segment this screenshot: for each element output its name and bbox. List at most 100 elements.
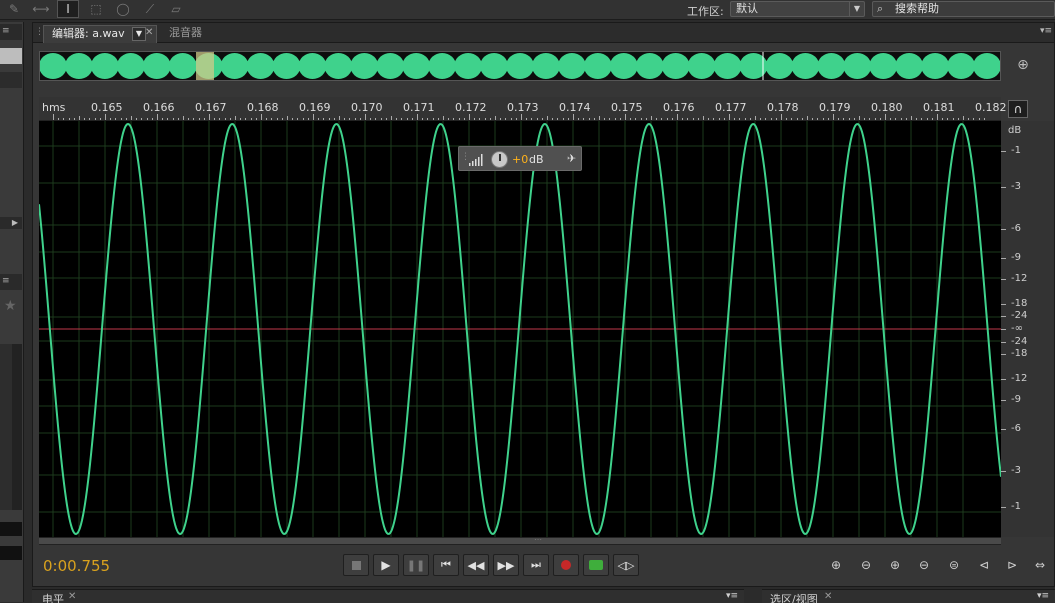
zoom-in-time-icon[interactable]: ⊕: [883, 556, 907, 574]
skip-button[interactable]: ◁▷: [613, 554, 639, 576]
zoom-in-start-icon[interactable]: ⊲: [972, 556, 996, 574]
close-icon[interactable]: ✕: [824, 591, 832, 602]
text-cursor-icon[interactable]: I: [57, 0, 79, 18]
top-toolbar: ✎ ⟷ I ⬚ ◯ ⟋ ▱ 工作区: 默认 ▼ ⌕ 搜索帮助: [0, 0, 1055, 20]
snap-icon[interactable]: ∩: [1008, 100, 1028, 118]
volume-knob[interactable]: [491, 151, 508, 168]
waveform-display[interactable]: [38, 121, 1002, 537]
overview-lobe: [713, 53, 742, 79]
ruler-tick: [458, 118, 460, 120]
rewind-button[interactable]: ◀◀: [463, 554, 489, 576]
ruler-tick: [131, 116, 132, 120]
ruler-tick: [827, 118, 829, 120]
chevron-down-icon[interactable]: ▼: [132, 27, 146, 41]
hud-value[interactable]: +0: [512, 153, 528, 166]
ruler-tick: [245, 118, 247, 120]
effects-list[interactable]: [0, 344, 22, 510]
ruler-tick: [651, 116, 652, 120]
overview-lobe: [557, 53, 586, 79]
scrollbar[interactable]: [12, 344, 22, 510]
marquee-icon[interactable]: ⬚: [85, 0, 107, 18]
star-icon[interactable]: ★: [4, 298, 17, 314]
ruler-tick-label: 0.173: [507, 101, 539, 114]
close-icon[interactable]: ✕: [145, 27, 153, 38]
grip-icon[interactable]: ⋯: [534, 535, 542, 544]
pin-icon[interactable]: ✈: [567, 152, 576, 165]
tab-selection-view[interactable]: 选区/视图: [770, 591, 818, 603]
ruler-tick-label: 0.172: [455, 101, 487, 114]
lasso-icon[interactable]: ◯: [112, 0, 134, 18]
overview-viewport[interactable]: [196, 52, 214, 80]
tab-mixer[interactable]: 混音器: [161, 25, 217, 43]
zoom-selection-icon[interactable]: ⇔: [1028, 556, 1052, 574]
pause-button[interactable]: ❚❚: [403, 554, 429, 576]
eraser-icon[interactable]: ▱: [165, 0, 187, 18]
zoom-to-selection-icon[interactable]: ⊕: [1013, 57, 1033, 77]
ruler-tick: [666, 118, 668, 120]
panel-menu-icon[interactable]: ≡: [2, 26, 10, 36]
waveform: [38, 121, 1002, 537]
overview-lobe: [272, 53, 301, 79]
brush-icon[interactable]: ⟋: [139, 0, 161, 18]
ruler-tick: [261, 114, 262, 120]
ruler-tick: [526, 118, 528, 120]
zoom-in-end-icon[interactable]: ⊳: [1000, 556, 1024, 574]
overview-lobe: [168, 53, 197, 79]
go-to-end-button[interactable]: ⏭: [523, 554, 549, 576]
current-time[interactable]: 0:00.755: [43, 557, 110, 575]
ruler-tick: [968, 118, 970, 120]
db-tick: [1001, 470, 1006, 472]
db-scale: dB -1 -3 -6 -9 -12 -18 -24 -∞ -24 -18 -12 -9 -6 -3 -1: [1001, 121, 1054, 537]
fast-forward-button[interactable]: ▶▶: [493, 554, 519, 576]
time-selection-icon[interactable]: ⟷: [30, 0, 52, 18]
overview-lobe: [324, 53, 353, 79]
panel-menu-icon[interactable]: ▾≡: [726, 591, 738, 601]
amplitude-hud[interactable]: ⋮ +0 dB ✈: [458, 146, 582, 171]
db-tick-label: -1: [1011, 501, 1021, 513]
ruler-tick: [125, 118, 127, 120]
ruler-tick: [775, 118, 777, 120]
zoom-out-time-icon[interactable]: ⊖: [912, 556, 936, 574]
ruler-tick: [864, 118, 866, 120]
scroll-thumb[interactable]: [39, 538, 1001, 544]
ruler-tick: [983, 118, 985, 120]
tab-levels[interactable]: 电平: [42, 591, 64, 603]
workspace-select[interactable]: 默认 ▼: [730, 1, 865, 17]
search-help-input[interactable]: ⌕ 搜索帮助: [872, 1, 1055, 17]
meter-block: [0, 522, 22, 536]
record-button[interactable]: [553, 554, 579, 576]
ruler-tick: [562, 118, 564, 120]
panel-menu-icon[interactable]: ≡: [2, 276, 10, 286]
loop-button[interactable]: [583, 554, 609, 576]
db-tick-label: -24: [1011, 335, 1028, 347]
db-tick: [1001, 228, 1006, 230]
file-list-row[interactable]: [0, 72, 22, 88]
spot-heal-icon[interactable]: ✎: [3, 0, 25, 18]
ruler-tick-label: 0.168: [247, 101, 279, 114]
ruler-tick: [271, 118, 273, 120]
zoom-out-amplitude-icon[interactable]: ⊖: [854, 556, 878, 574]
ruler-tick-label: 0.169: [299, 101, 331, 114]
tab-editor[interactable]: 编辑器: a.wav ▼: [43, 25, 157, 43]
file-list-row[interactable]: [0, 48, 22, 64]
zoom-in-amplitude-icon[interactable]: ⊕: [824, 556, 848, 574]
chevron-down-icon[interactable]: ▼: [849, 2, 864, 16]
close-icon[interactable]: ✕: [68, 591, 76, 602]
go-to-start-button[interactable]: ⏮: [433, 554, 459, 576]
play-button[interactable]: ▶: [373, 554, 399, 576]
panel-menu-icon[interactable]: ▾≡: [1037, 591, 1049, 601]
ruler-tick: [354, 118, 356, 120]
panel-scroll[interactable]: ▶: [0, 217, 22, 229]
ruler-tick: [952, 118, 954, 120]
panel-menu-icon[interactable]: ▾≡: [1040, 26, 1052, 36]
waveform-overview[interactable]: [39, 51, 1001, 81]
horizontal-scrollbar[interactable]: ⋯: [39, 535, 1001, 545]
ruler-tick: [749, 118, 751, 120]
ruler-tick: [229, 118, 231, 120]
chevron-right-icon[interactable]: ▶: [12, 218, 18, 227]
overview-lobe: [609, 53, 638, 79]
time-ruler[interactable]: hms 0.165 0.166 0.167 0.168 0.169 0.170 0.171 0…: [39, 97, 1007, 121]
zoom-out-full-icon[interactable]: ⊜: [942, 556, 966, 574]
ruler-tick: [708, 118, 710, 120]
stop-button[interactable]: [343, 554, 369, 576]
